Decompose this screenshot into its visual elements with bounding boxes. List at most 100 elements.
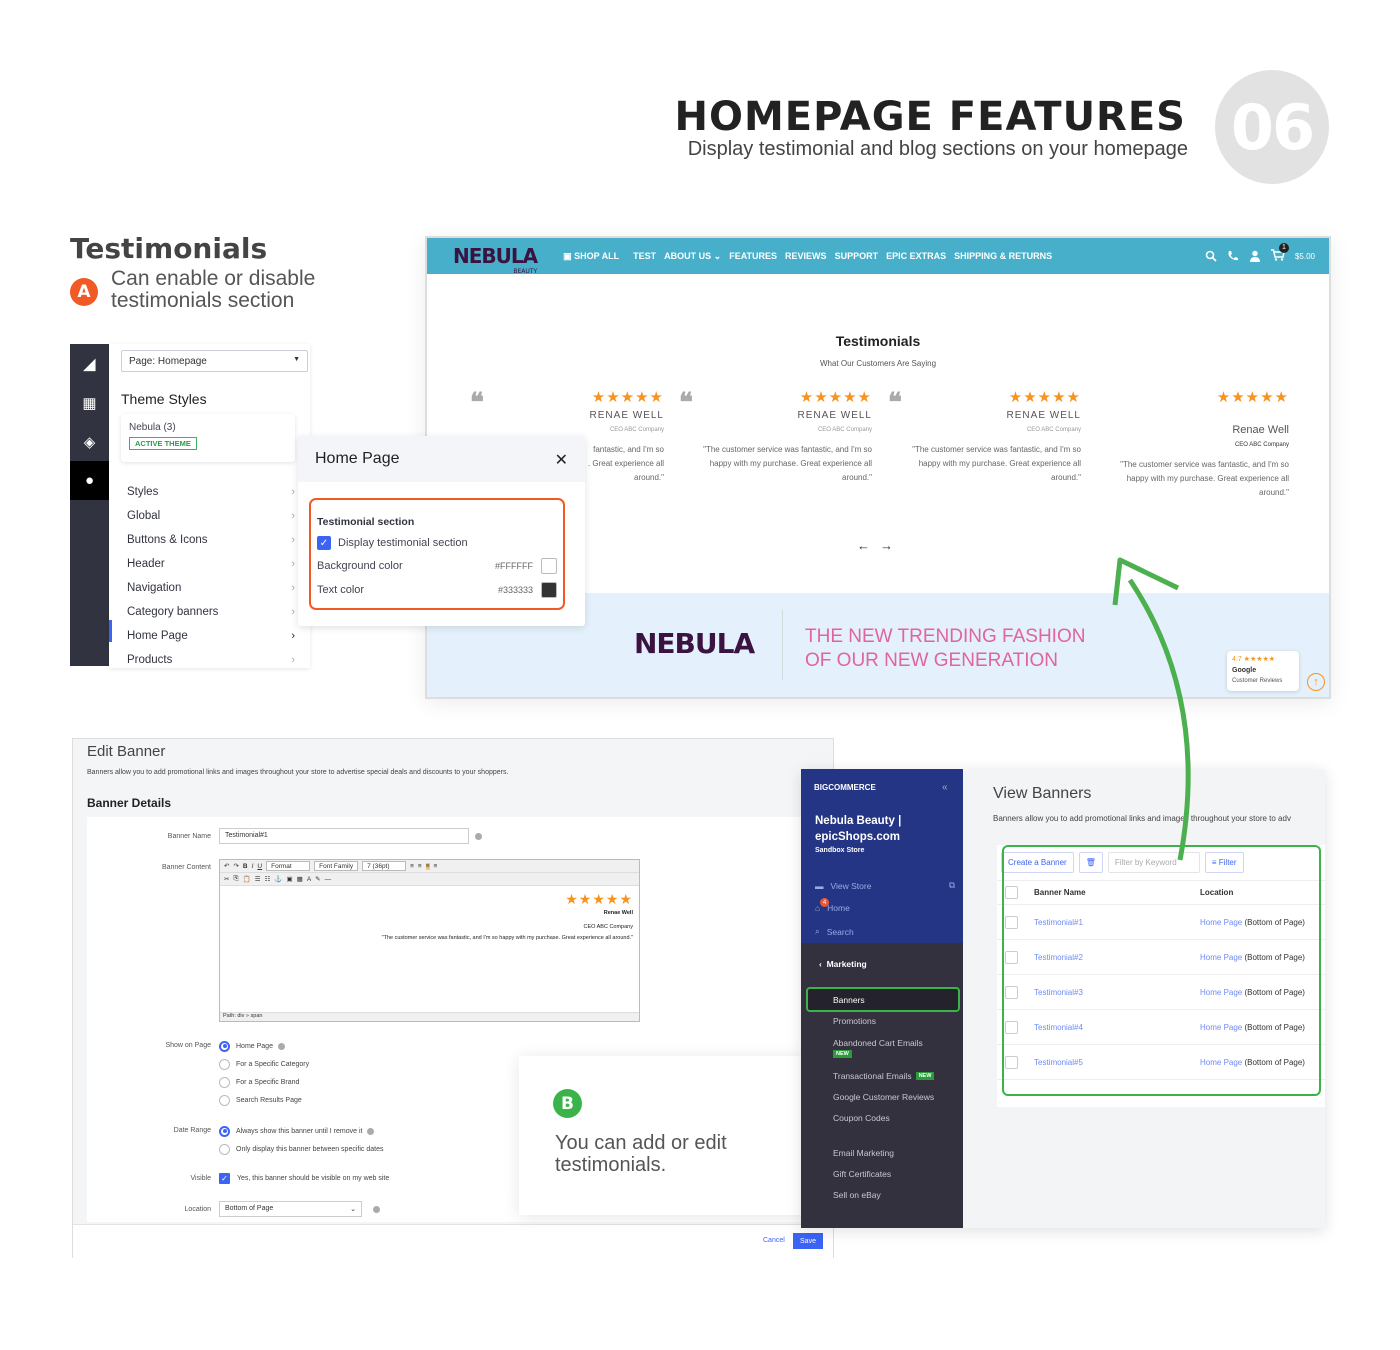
- align-left-icon[interactable]: ≡: [410, 863, 414, 870]
- page-select-value: Page: Homepage: [129, 356, 207, 367]
- menu-item-header[interactable]: Header ›: [127, 552, 295, 576]
- text-color-swatch[interactable]: [541, 582, 557, 598]
- next-arrow-icon[interactable]: →: [880, 538, 903, 553]
- collapse-icon[interactable]: «: [942, 782, 948, 793]
- help-icon[interactable]: [367, 1127, 375, 1135]
- radio-specific-brand[interactable]: For a Specific Brand: [219, 1073, 309, 1091]
- phone-icon[interactable]: [1227, 250, 1239, 262]
- radio-specific-dates[interactable]: Only display this banner between specifi…: [219, 1140, 383, 1158]
- home-link[interactable]: ⌂ 4 Home: [815, 898, 850, 913]
- nav-test[interactable]: TEST: [633, 251, 656, 262]
- widgets-icon[interactable]: ▦: [70, 383, 109, 422]
- radio-search-results[interactable]: Search Results Page: [219, 1091, 309, 1109]
- numbered-list-icon[interactable]: ☷: [265, 875, 271, 883]
- redo-icon[interactable]: ↷: [233, 862, 238, 870]
- font-family-select[interactable]: Font Family: [314, 861, 359, 871]
- menu-item-category-banners[interactable]: Category banners ›: [127, 600, 295, 624]
- menu-item-buttons-icons[interactable]: Buttons & Icons ›: [127, 528, 295, 552]
- menu-item-email-marketing[interactable]: Email Marketing: [833, 1142, 961, 1163]
- menu-item-navigation[interactable]: Navigation ›: [127, 576, 295, 600]
- scroll-top-icon[interactable]: ↑: [1307, 673, 1325, 691]
- notification-badge: 4: [820, 898, 829, 907]
- prev-arrow-icon[interactable]: ←: [857, 538, 880, 553]
- menu-item-banners[interactable]: Banners: [833, 989, 961, 1010]
- save-button[interactable]: Save: [793, 1233, 823, 1249]
- menu-item-global[interactable]: Global ›: [127, 504, 295, 528]
- menu-item-sell-on-ebay[interactable]: Sell on eBay: [833, 1184, 961, 1205]
- menu-item-promotions[interactable]: Promotions: [833, 1010, 961, 1031]
- badge-a: A: [70, 278, 98, 306]
- reviewer-company: CEO ABC Company: [609, 427, 664, 433]
- radio-home-page[interactable]: Home Page: [219, 1037, 309, 1055]
- menu-item-abandoned-cart[interactable]: Abandoned Cart Emails NEW: [833, 1031, 961, 1065]
- account-icon[interactable]: [1249, 250, 1261, 262]
- cart-button[interactable]: 1: [1270, 242, 1289, 264]
- nav-shipping[interactable]: SHIPPING & RETURNS: [954, 251, 1052, 262]
- cut-icon[interactable]: ✂: [224, 875, 229, 883]
- table-icon[interactable]: ▦: [297, 875, 303, 883]
- help-icon[interactable]: [373, 1206, 380, 1213]
- callout-text: You can add or edit testimonials.: [555, 1132, 727, 1176]
- cancel-button[interactable]: Cancel: [763, 1237, 785, 1244]
- menu-item-products[interactable]: Products ›: [127, 648, 295, 672]
- menu-item-google-reviews[interactable]: Google Customer Reviews: [833, 1086, 961, 1107]
- edit-banner-title: Edit Banner: [87, 743, 166, 760]
- help-icon[interactable]: [475, 833, 482, 840]
- location-select[interactable]: Bottom of Page ⌄: [219, 1201, 362, 1217]
- radio-specific-category[interactable]: For a Specific Category: [219, 1055, 309, 1073]
- visible-checkbox[interactable]: ✓ Yes, this banner should be visible on m…: [219, 1169, 389, 1187]
- bold-icon[interactable]: B: [243, 863, 248, 870]
- nav-support[interactable]: SUPPORT: [835, 251, 879, 262]
- store-logo[interactable]: NEBULA BEAUTY: [453, 244, 538, 275]
- align-justify-icon[interactable]: ≡: [434, 863, 438, 870]
- undo-icon[interactable]: ↶: [224, 862, 229, 870]
- font-size-select[interactable]: 7 (36pt): [362, 861, 407, 871]
- bigcommerce-logo-icon[interactable]: ◢: [70, 344, 109, 383]
- view-store-link[interactable]: ▬ View Store ⧉: [815, 880, 955, 891]
- nav-shop-all[interactable]: ▣ SHOP ALL: [563, 251, 619, 262]
- nav-about[interactable]: ABOUT US ⌄: [664, 251, 721, 262]
- nav-features[interactable]: FEATURES: [729, 251, 777, 262]
- banner-name-input[interactable]: Testimonial#1: [219, 828, 469, 844]
- bigcommerce-logo[interactable]: BIGCOMMERCE: [814, 783, 876, 792]
- hr-icon[interactable]: ―: [325, 876, 332, 883]
- bg-color-value[interactable]: #FFFFFF: [495, 561, 533, 571]
- underline-icon[interactable]: U: [257, 863, 262, 870]
- menu-item-gift-certificates[interactable]: Gift Certificates: [833, 1163, 961, 1184]
- italic-icon[interactable]: I: [252, 863, 254, 870]
- search-icon[interactable]: [1205, 250, 1217, 262]
- new-badge: NEW: [833, 1050, 852, 1058]
- palette-icon[interactable]: ●: [70, 461, 109, 500]
- paste-icon[interactable]: 📋: [243, 875, 251, 883]
- marketing-back[interactable]: ‹ Marketing: [819, 959, 867, 969]
- link-label: Home: [827, 903, 850, 913]
- help-icon[interactable]: [277, 1042, 285, 1050]
- format-select[interactable]: Format: [266, 861, 311, 871]
- menu-item-home-page[interactable]: Home Page ›: [127, 624, 295, 648]
- highlight-icon[interactable]: ✎: [315, 875, 320, 883]
- page-select[interactable]: Page: Homepage ▼: [121, 350, 308, 372]
- copy-icon[interactable]: ⎘: [233, 875, 238, 883]
- close-icon[interactable]: ✕: [555, 450, 568, 469]
- banner-content-editor[interactable]: ↶ ↷ BIU Format Font Family 7 (36pt) ≡ ≡ ≡ ≡ …: [219, 859, 640, 1022]
- search-link[interactable]: ⌕ Search: [815, 926, 854, 937]
- option-label: For a Specific Brand: [236, 1078, 300, 1086]
- text-color-icon[interactable]: A: [307, 876, 311, 883]
- image-icon[interactable]: ▣: [287, 875, 293, 883]
- align-center-icon[interactable]: ≡: [418, 863, 422, 870]
- text-color-value[interactable]: #333333: [498, 585, 533, 595]
- google-reviews-badge[interactable]: 4.7 ★★★★★ Google Customer Reviews: [1227, 651, 1299, 691]
- layers-icon[interactable]: ◈: [70, 422, 109, 461]
- menu-item-coupon-codes[interactable]: Coupon Codes: [833, 1107, 961, 1128]
- menu-item-styles[interactable]: Styles ›: [127, 480, 295, 504]
- link-label: View Store: [830, 880, 872, 891]
- bg-color-swatch[interactable]: [541, 558, 557, 574]
- radio-always-show[interactable]: Always show this banner until I remove i…: [219, 1122, 383, 1140]
- anchor-icon[interactable]: ⚓: [274, 875, 282, 883]
- display-testimonial-checkbox[interactable]: ✓ Display testimonial section: [317, 536, 557, 550]
- nav-reviews[interactable]: REVIEWS: [785, 251, 827, 262]
- nav-epic-extras[interactable]: EPIC EXTRAS: [886, 251, 946, 262]
- bullet-list-icon[interactable]: ☰: [255, 875, 261, 883]
- align-right-icon[interactable]: ≡: [425, 862, 430, 870]
- menu-item-transactional[interactable]: Transactional Emails NEW: [833, 1065, 961, 1086]
